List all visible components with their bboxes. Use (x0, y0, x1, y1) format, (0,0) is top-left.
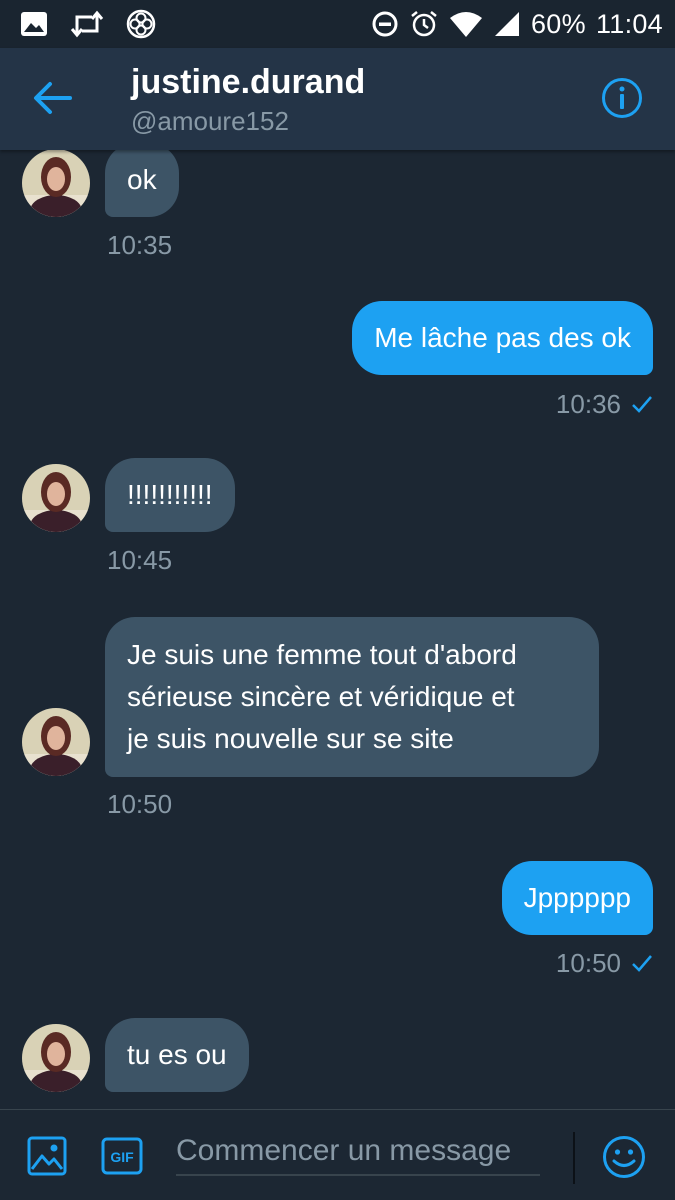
avatar[interactable] (22, 708, 90, 776)
message-text: ok (127, 164, 157, 195)
info-icon[interactable] (601, 77, 643, 119)
message-bubble-incoming[interactable]: !!!!!!!!!!! (105, 458, 235, 532)
message-timestamp: 10:36 (555, 389, 621, 419)
message-text: Me lâche pas des ok (374, 322, 631, 353)
message-text-line: Je suis une femme tout d'abord (127, 639, 517, 670)
message-text: Jpppppp (523, 882, 631, 913)
emoji-icon[interactable] (602, 1135, 646, 1179)
message-timestamp: 10:50 (107, 789, 173, 819)
conversation-header: justine.durand @amoure152 (0, 48, 675, 150)
composer-divider (573, 1132, 575, 1184)
contact-name: justine.durand (131, 63, 366, 101)
message-timestamp: 10:45 (107, 545, 173, 575)
message-bubble-incoming[interactable]: Je suis une femme tout d'abord sérieuse … (105, 617, 599, 777)
message-timestamp: 10:35 (107, 230, 173, 260)
arrow-left-icon[interactable] (30, 78, 74, 118)
message-bubble-outgoing[interactable]: Me lâche pas des ok (352, 301, 653, 375)
header-titles[interactable]: justine.durand @amoure152 (131, 62, 365, 138)
avatar[interactable] (22, 150, 90, 217)
message-input-placeholder: Commencer un message (176, 1134, 512, 1167)
gif-label: GIF (110, 1149, 134, 1165)
avatar[interactable] (22, 1024, 90, 1092)
message-timestamp: 10:50 (555, 948, 621, 978)
message-text-line: je suis nouvelle sur se site (127, 723, 454, 754)
check-icon (632, 955, 652, 972)
wifi-icon (449, 12, 482, 37)
message-list[interactable]: ok 10:35 Me lâche pas des ok 10:36 !!!!!… (0, 150, 675, 1110)
status-bar: 60% 11:04 (0, 0, 675, 48)
message-bubble-incoming[interactable]: tu es ou (105, 1018, 249, 1092)
message-bubble-incoming[interactable]: ok (105, 150, 179, 217)
retweet-icon (70, 10, 104, 38)
battery-percent: 60% (530, 8, 586, 39)
signal-icon (494, 12, 519, 36)
message-meta: 10:36 (556, 389, 653, 419)
message-text-line: sérieuse sincère et véridique et (127, 681, 515, 712)
message-composer: GIF Commencer un message (0, 1109, 675, 1200)
clock: 11:04 (595, 8, 663, 39)
message-text: tu es ou (127, 1039, 227, 1070)
message-input[interactable]: Commencer un message (176, 1130, 540, 1176)
image-icon[interactable] (27, 1136, 67, 1176)
avatar[interactable] (22, 464, 90, 532)
image-icon (21, 12, 47, 36)
message-bubble-outgoing[interactable]: Jpppppp (501, 861, 653, 935)
message-text: !!!!!!!!!!! (127, 479, 213, 510)
alarm-icon (411, 11, 437, 37)
check-icon (632, 396, 652, 413)
contact-handle: @amoure152 (131, 106, 289, 136)
message-meta: 10:50 (556, 948, 653, 978)
gif-button[interactable]: GIF (101, 1137, 143, 1175)
do-not-disturb-icon (372, 11, 398, 37)
aperture-icon (126, 9, 156, 39)
